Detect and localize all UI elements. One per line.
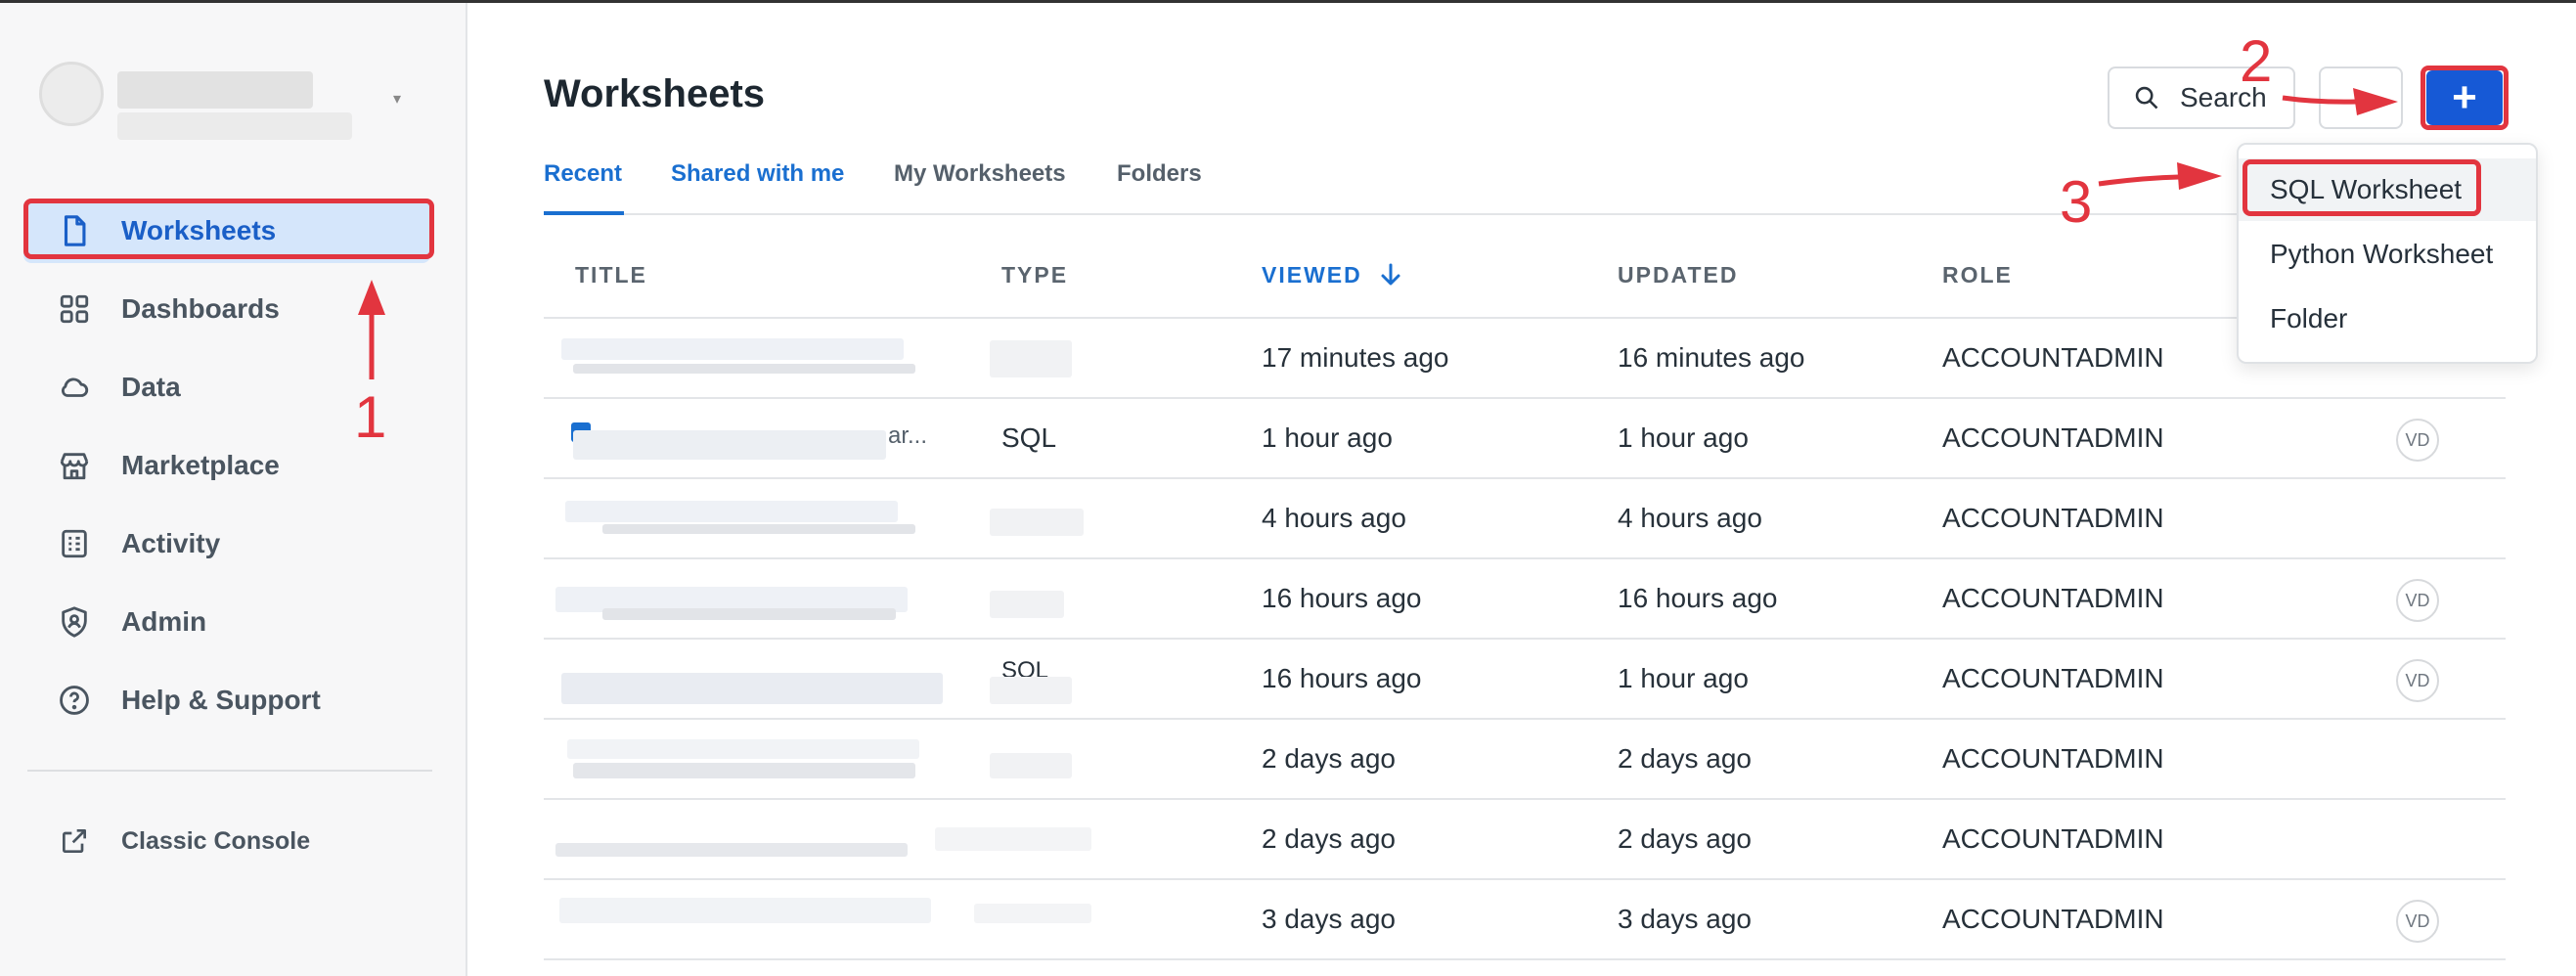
annotation-number-2: 2 [2240, 28, 2273, 94]
arrow-3-head [2177, 162, 2222, 190]
arrow-2-shaft [2282, 95, 2358, 105]
arrow-3-shaft [2098, 174, 2180, 187]
annotation-number-1: 1 [354, 384, 387, 450]
annotation-number-3: 3 [2060, 169, 2093, 235]
annotation-arrows [358, 88, 2398, 379]
arrow-2-head [2353, 88, 2398, 115]
arrow-1-head [358, 280, 385, 315]
